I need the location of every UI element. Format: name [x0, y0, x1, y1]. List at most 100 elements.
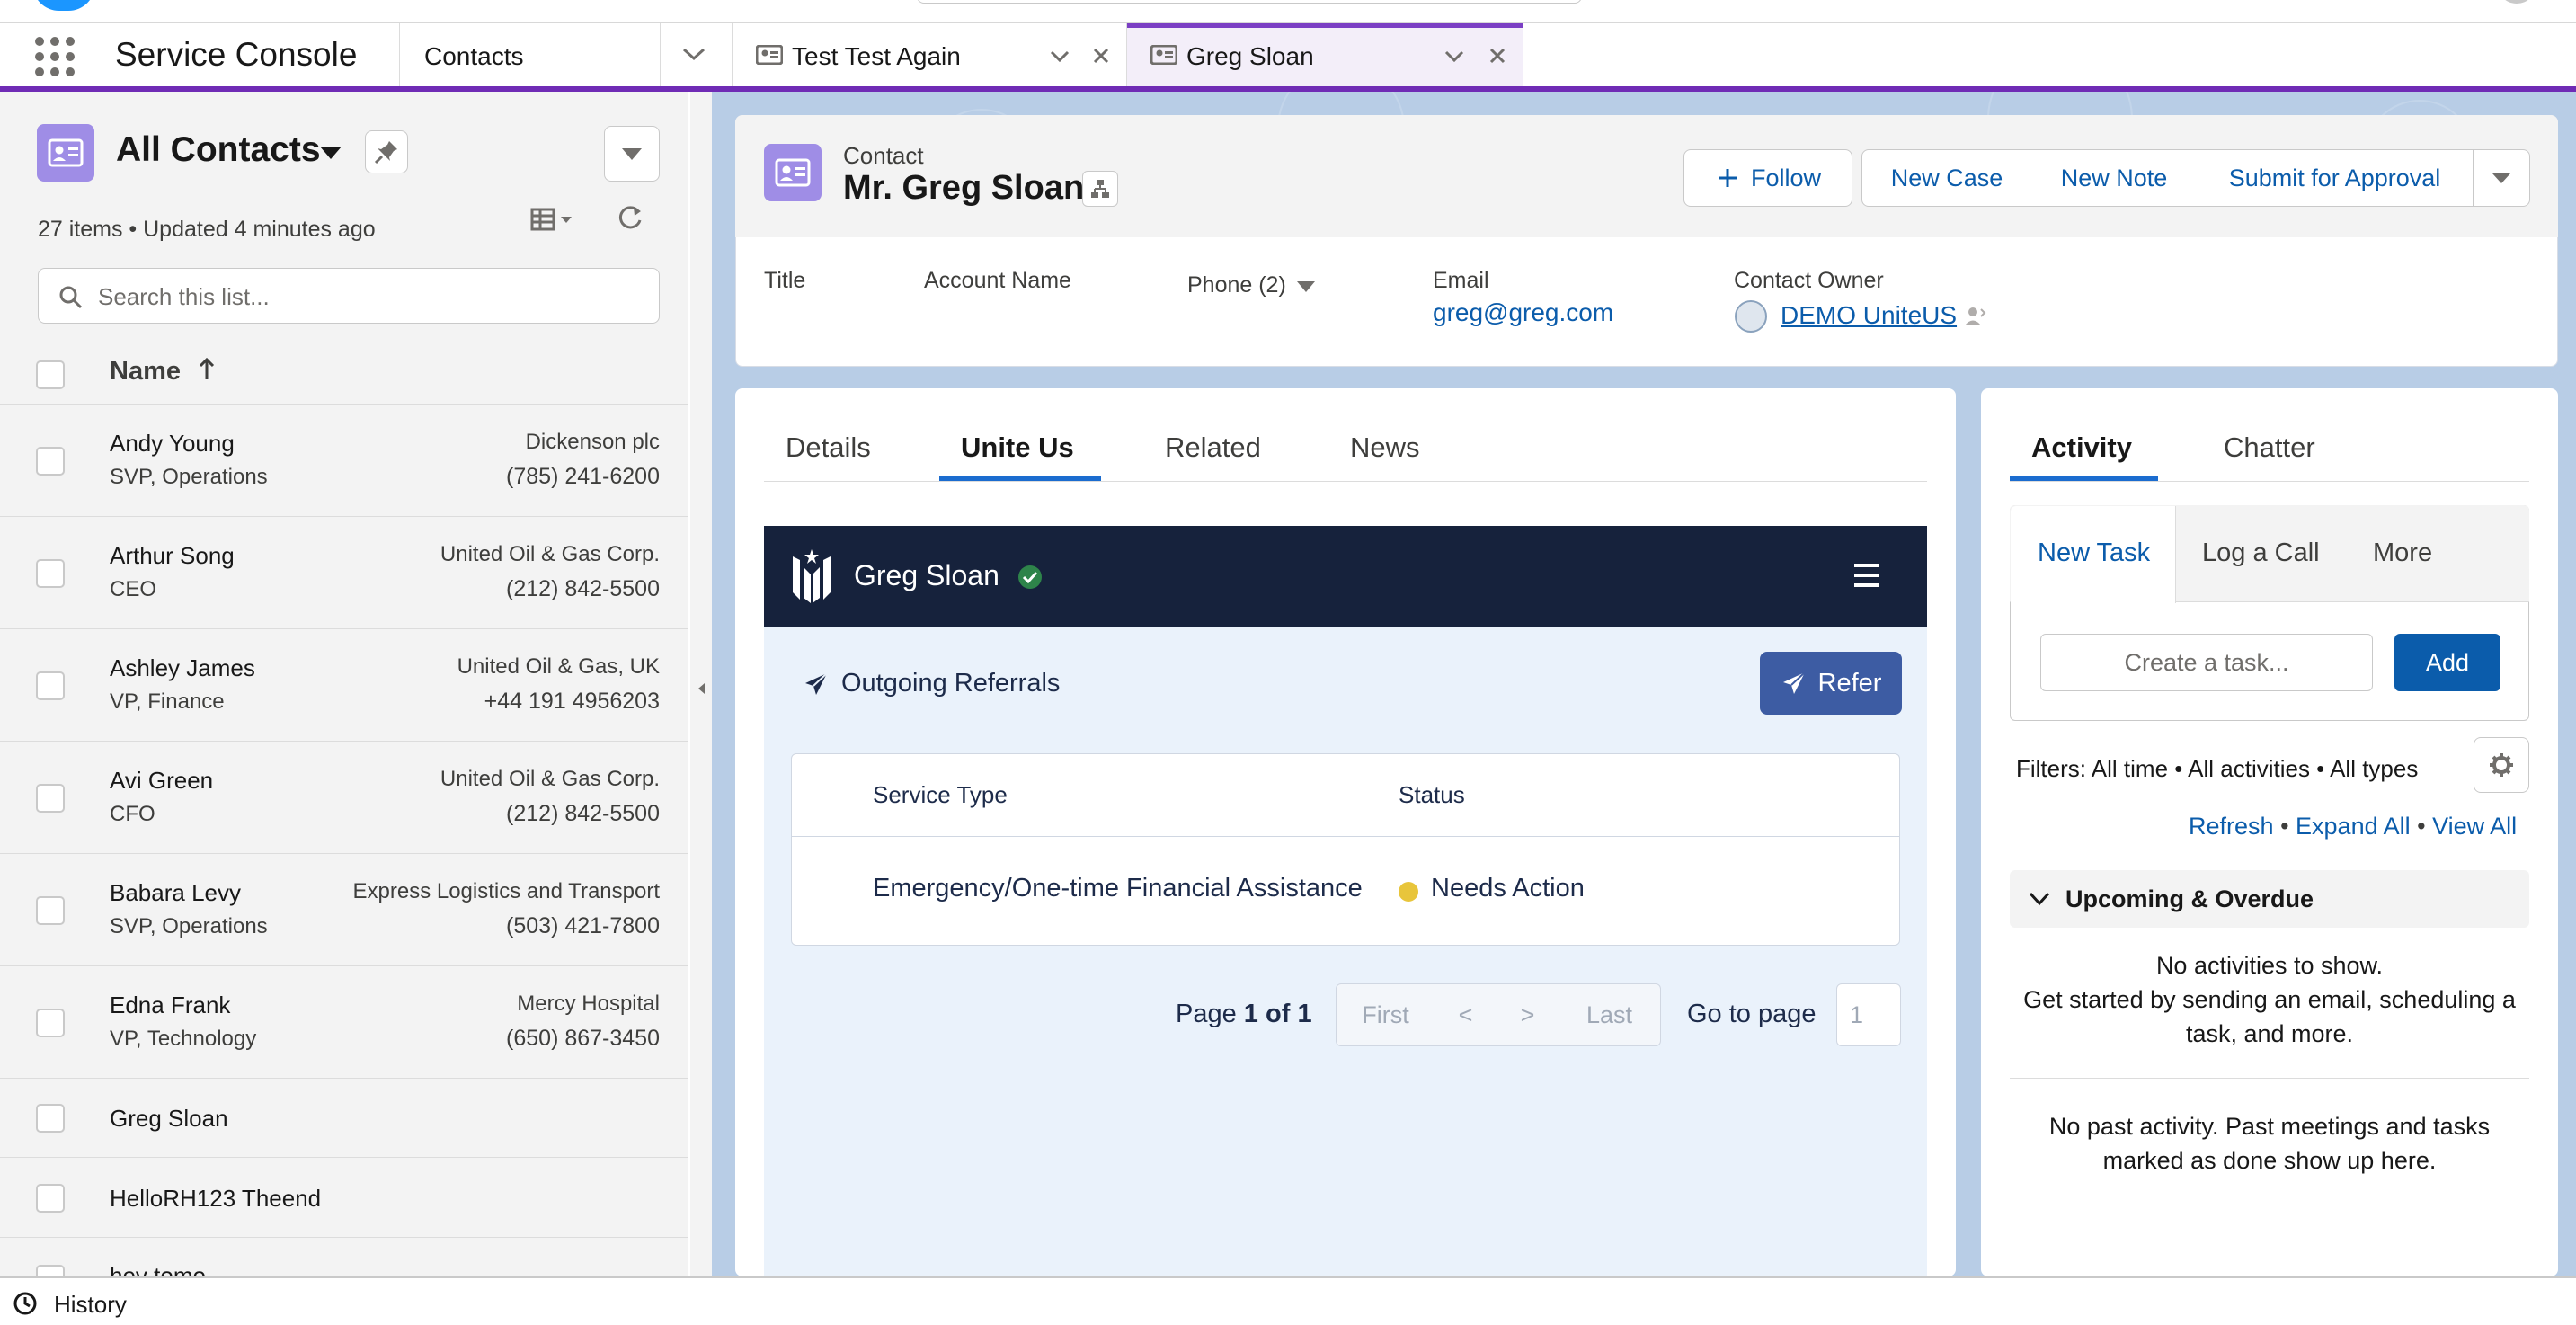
go-to-page-input[interactable]: 1	[1836, 983, 1901, 1046]
list-item[interactable]: hey tomo	[0, 1238, 688, 1276]
list-item[interactable]: Greg Sloan	[0, 1079, 688, 1158]
tab-close-icon[interactable]	[1488, 47, 1506, 65]
collapse-left-icon[interactable]	[696, 681, 706, 696]
tab-more[interactable]: More	[2373, 538, 2432, 568]
contact-name[interactable]: Andy Young	[110, 430, 235, 458]
view-all-link[interactable]: View All	[2432, 813, 2517, 840]
tab-details[interactable]: Details	[786, 431, 871, 464]
pin-list-button[interactable]	[365, 130, 408, 173]
create-task-input[interactable]: Create a task...	[2040, 634, 2373, 691]
tab-test-test-again[interactable]: Test Test Again	[733, 23, 1126, 88]
row-checkbox[interactable]	[36, 447, 65, 476]
new-task-label: New Task	[2038, 538, 2151, 567]
list-item[interactable]: Andy Young SVP, Operations Dickenson plc…	[0, 405, 688, 517]
select-all-checkbox[interactable]	[36, 360, 65, 389]
hierarchy-button[interactable]	[1082, 171, 1118, 207]
list-view-switcher-icon[interactable]	[318, 144, 343, 162]
follow-button[interactable]: Follow	[1683, 149, 1852, 207]
row-checkbox[interactable]	[36, 559, 65, 588]
first-page-button[interactable]: First	[1336, 983, 1435, 1046]
new-note-button[interactable]: New Note	[2031, 149, 2198, 207]
list-search-input[interactable]: Search this list...	[38, 268, 660, 324]
previous-page-button[interactable]: <	[1435, 983, 1497, 1046]
global-search-bar[interactable]	[917, 0, 1582, 4]
tab-log-a-call[interactable]: Log a Call	[2202, 538, 2320, 568]
nav-divider	[399, 23, 400, 86]
new-case-label: New Case	[1890, 164, 2003, 191]
tab-activity[interactable]: Activity	[2031, 431, 2132, 464]
list-item[interactable]: Avi Green CFO United Oil & Gas Corp. (21…	[0, 742, 688, 854]
row-checkbox[interactable]	[36, 784, 65, 813]
owner-link[interactable]: DEMO UniteUS	[1781, 301, 1957, 330]
display-as-table-icon[interactable]	[530, 207, 577, 234]
contact-name[interactable]: HelloRH123 Theend	[110, 1185, 321, 1213]
new-case-button[interactable]: New Case	[1861, 149, 2032, 207]
list-item[interactable]: Arthur Song CEO United Oil & Gas Corp. (…	[0, 517, 688, 629]
upcoming-overdue-section[interactable]: Upcoming & Overdue	[2010, 870, 2529, 928]
nav-object-contacts[interactable]: Contacts	[424, 42, 524, 71]
email-link[interactable]: greg@greg.com	[1433, 298, 1613, 327]
row-checkbox[interactable]	[36, 896, 65, 925]
list-item[interactable]: Edna Frank VP, Technology Mercy Hospital…	[0, 966, 688, 1079]
row-checkbox[interactable]	[36, 1009, 65, 1037]
submit-for-approval-button[interactable]: Submit for Approval	[2197, 149, 2474, 207]
row-checkbox[interactable]	[36, 1104, 65, 1133]
hamburger-menu-icon[interactable]	[1852, 562, 1882, 589]
page-prefix: Page	[1176, 1000, 1237, 1028]
tab-chevron-down-icon[interactable]	[1049, 49, 1070, 65]
list-item[interactable]: HelloRH123 Theend	[0, 1158, 688, 1238]
list-view-controls-button[interactable]	[604, 126, 660, 182]
no-activities-message: No activities to show. Get started by se…	[2010, 948, 2529, 1051]
expand-all-link[interactable]: Expand All	[2296, 813, 2411, 840]
hierarchy-icon	[1091, 180, 1109, 198]
row-checkbox[interactable]	[36, 671, 65, 700]
refer-button[interactable]: Refer	[1760, 652, 1902, 715]
list-item[interactable]: Babara Levy SVP, Operations Express Logi…	[0, 854, 688, 966]
column-name-header[interactable]: Name	[110, 357, 181, 387]
contact-name[interactable]: hey tomo	[110, 1262, 206, 1276]
refresh-icon[interactable]	[615, 203, 645, 234]
filter-settings-button[interactable]	[2474, 737, 2529, 793]
list-view-title[interactable]: All Contacts	[116, 130, 321, 170]
app-launcher-icon[interactable]	[34, 36, 76, 77]
tab-unite-us[interactable]: Unite Us	[961, 431, 1074, 464]
refresh-link[interactable]: Refresh	[2189, 813, 2274, 840]
user-avatar[interactable]	[2497, 0, 2536, 4]
add-task-button[interactable]: Add	[2394, 634, 2500, 691]
contact-name[interactable]: Arthur Song	[110, 542, 235, 570]
uniteus-header-bar: Greg Sloan	[764, 526, 1927, 627]
phone-dropdown-icon[interactable]	[1294, 279, 1318, 295]
change-owner-icon[interactable]	[1963, 304, 1986, 329]
contact-name[interactable]: Greg Sloan	[110, 1105, 228, 1133]
page-of: of	[1266, 1000, 1291, 1028]
tab-chatter[interactable]: Chatter	[2224, 431, 2315, 464]
contact-name[interactable]: Edna Frank	[110, 992, 230, 1019]
contact-name[interactable]: Avi Green	[110, 767, 213, 795]
tab-greg-sloan[interactable]: Greg Sloan	[1127, 23, 1523, 88]
sort-ascending-icon[interactable]	[196, 356, 218, 383]
split-view-handle[interactable]	[690, 92, 712, 1276]
referral-service-type[interactable]: Emergency/One-time Financial Assistance	[873, 874, 1363, 903]
next-page-button[interactable]: >	[1497, 983, 1559, 1046]
tab-news[interactable]: News	[1350, 431, 1420, 464]
tab-new-task[interactable]: New Task	[2011, 506, 2176, 603]
contact-name[interactable]: Babara Levy	[110, 879, 241, 907]
contact-title: SVP, Operations	[110, 465, 268, 489]
tab-related[interactable]: Related	[1165, 431, 1261, 464]
row-checkbox[interactable]	[36, 1265, 65, 1276]
row-checkbox[interactable]	[36, 1184, 65, 1213]
tab-chevron-down-icon[interactable]	[1443, 49, 1465, 65]
contact-name[interactable]: Ashley James	[110, 654, 255, 682]
contact-title: VP, Finance	[110, 689, 225, 714]
list-item[interactable]: Ashley James VP, Finance United Oil & Ga…	[0, 629, 688, 742]
tab-close-icon[interactable]	[1092, 47, 1110, 65]
contact-record-icon	[764, 144, 822, 201]
history-utility-item[interactable]: History	[54, 1291, 127, 1319]
more-actions-button[interactable]	[2473, 149, 2530, 207]
nav-object-dropdown-icon[interactable]	[681, 45, 706, 63]
last-page-button[interactable]: Last	[1559, 983, 1661, 1046]
field-phone-label[interactable]: Phone (2)	[1187, 272, 1286, 298]
history-clock-icon[interactable]	[13, 1291, 38, 1316]
table-row[interactable]: Emergency/One-time Financial Assistance …	[792, 838, 1899, 945]
referrals-table: Service Type Status Emergency/One-time F…	[791, 753, 1900, 946]
